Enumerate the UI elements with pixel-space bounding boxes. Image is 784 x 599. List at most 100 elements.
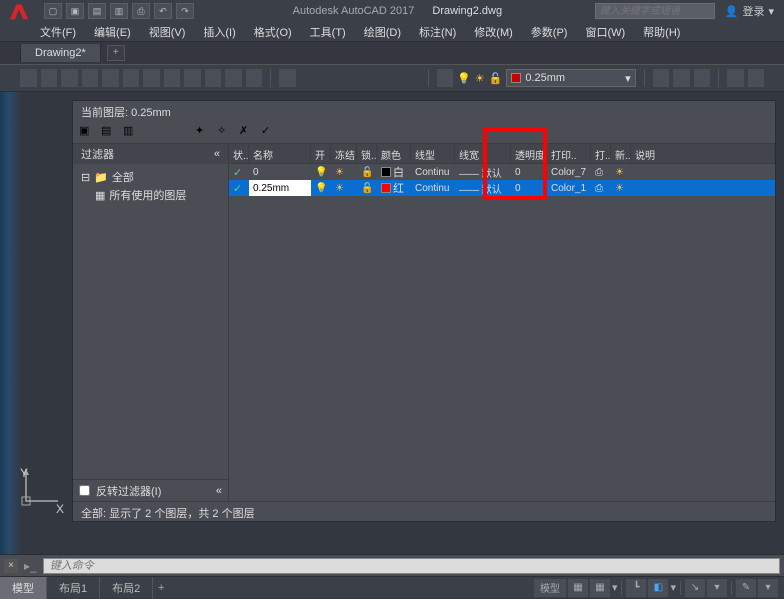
menu-window[interactable]: 窗口(W) <box>585 24 625 40</box>
cell-lock[interactable]: 🔓 <box>357 180 377 196</box>
panel-tool-icon[interactable]: ▣ <box>79 124 95 140</box>
menu-dimension[interactable]: 标注(N) <box>419 24 456 40</box>
model-space-button[interactable]: 模型 <box>534 579 566 597</box>
cell-newvp[interactable]: ☀ <box>611 180 631 196</box>
tab-model[interactable]: 模型 <box>0 577 47 599</box>
menu-edit[interactable]: 编辑(E) <box>94 24 131 40</box>
cell-linetype[interactable]: Continu <box>411 164 455 180</box>
col-newvp[interactable]: 新.. <box>611 144 631 163</box>
cell-name[interactable]: 0.25mm <box>249 180 311 196</box>
layer-properties-icon[interactable] <box>437 69 454 87</box>
filter-tree[interactable]: ⊟ 📁 全部 ▦ 所有使用的图层 <box>73 164 228 479</box>
add-layout-button[interactable]: + <box>153 582 169 594</box>
login-button[interactable]: 👤 登录 ▾ <box>715 3 784 19</box>
col-description[interactable]: 说明 <box>631 144 775 163</box>
cell-freeze[interactable]: ☀ <box>331 180 357 196</box>
toolbar-icon[interactable] <box>279 69 296 87</box>
cell-transparency[interactable]: 0 <box>511 180 547 196</box>
cell-status[interactable]: ✓ <box>229 180 249 196</box>
col-linetype[interactable]: 线型 <box>411 144 455 163</box>
toolbar-icon[interactable] <box>694 69 711 87</box>
cell-color[interactable]: 红 <box>377 180 411 196</box>
menu-help[interactable]: 帮助(H) <box>643 24 680 40</box>
set-current-icon[interactable]: ✓ <box>261 124 277 140</box>
tree-row-all[interactable]: ⊟ 📁 全部 <box>77 168 224 186</box>
chevron-down-icon[interactable]: ▾ <box>670 581 676 594</box>
cell-on[interactable]: 💡 <box>311 180 331 196</box>
tree-row-used[interactable]: ▦ 所有使用的图层 <box>77 186 224 204</box>
cell-on[interactable]: 💡 <box>311 164 331 180</box>
col-plotstyle[interactable]: 打印.. <box>547 144 591 163</box>
col-color[interactable]: 颜色 <box>377 144 411 163</box>
qat-save-icon[interactable]: ▤ <box>88 3 106 19</box>
table-row[interactable]: ✓ 0.25mm 💡 ☀ 🔓 红 Continu —— 默认 0 Color_1… <box>229 180 775 196</box>
document-tab-active[interactable]: Drawing2* <box>20 44 101 62</box>
app-logo[interactable] <box>0 0 38 22</box>
menu-tools[interactable]: 工具(T) <box>310 24 346 40</box>
isoplane-icon[interactable]: ◧ <box>648 579 668 597</box>
col-freeze[interactable]: 冻结 <box>331 144 357 163</box>
delete-layer-icon[interactable]: ✗ <box>239 124 255 140</box>
cell-plot[interactable]: ⎙ <box>591 164 611 180</box>
menu-view[interactable]: 视图(V) <box>149 24 186 40</box>
help-search-input[interactable] <box>595 3 715 19</box>
menu-parametric[interactable]: 参数(P) <box>531 24 568 40</box>
col-transparency[interactable]: 透明度 <box>511 144 547 163</box>
toolbar-icon[interactable] <box>123 69 140 87</box>
qat-redo-icon[interactable]: ↷ <box>176 3 194 19</box>
command-input[interactable] <box>43 558 780 574</box>
cell-name[interactable]: 0 <box>249 164 311 180</box>
tab-layout1[interactable]: 布局1 <box>47 577 100 599</box>
toolbar-icon[interactable] <box>246 69 263 87</box>
grid-icon[interactable]: ▦ <box>590 579 610 597</box>
col-name[interactable]: 名称 <box>249 144 311 163</box>
collapse-icon[interactable]: « <box>214 148 220 160</box>
qat-print-icon[interactable]: ⎙ <box>132 3 150 19</box>
toolbar-icon[interactable] <box>20 69 37 87</box>
toolbar-icon[interactable] <box>205 69 222 87</box>
menu-file[interactable]: 文件(F) <box>40 24 76 40</box>
new-layer-icon[interactable]: ✦ <box>195 124 211 140</box>
invert-filter-checkbox[interactable] <box>79 485 90 496</box>
current-layer-dropdown[interactable]: 0.25mm ▾ <box>506 69 635 87</box>
panel-tool-icon[interactable]: ▥ <box>123 124 139 140</box>
collapse-icon[interactable]: « <box>216 485 222 497</box>
cell-lineweight[interactable]: —— 默认 <box>455 164 511 180</box>
cell-plot[interactable]: ⎙ <box>591 180 611 196</box>
cell-linetype[interactable]: Continu <box>411 180 455 196</box>
annotation-icon[interactable]: ✎ <box>736 579 756 597</box>
toolbar-icon[interactable] <box>748 69 765 87</box>
col-lineweight[interactable]: 线宽 <box>455 144 511 163</box>
cell-lineweight[interactable]: —— 默认 <box>455 180 511 196</box>
col-status[interactable]: 状.. <box>229 144 249 163</box>
toolbar-icon[interactable] <box>653 69 670 87</box>
toolbar-icon[interactable] <box>673 69 690 87</box>
grid-icon[interactable]: ▦ <box>568 579 588 597</box>
cell-description[interactable] <box>631 164 775 180</box>
toolbar-icon[interactable] <box>164 69 181 87</box>
table-row[interactable]: ✓ 0 💡 ☀ 🔓 白 Continu —— 默认 0 Color_7 ⎙ ☀ <box>229 164 775 180</box>
chevron-down-icon[interactable]: ▾ <box>612 581 618 594</box>
cell-plotstyle[interactable]: Color_7 <box>547 164 591 180</box>
more-icon[interactable]: ▾ <box>758 579 778 597</box>
menu-draw[interactable]: 绘图(D) <box>364 24 401 40</box>
col-lock[interactable]: 锁.. <box>357 144 377 163</box>
cell-freeze[interactable]: ☀ <box>331 164 357 180</box>
cell-status[interactable]: ✓ <box>229 164 249 180</box>
qat-undo-icon[interactable]: ↶ <box>154 3 172 19</box>
cell-newvp[interactable]: ☀ <box>611 164 631 180</box>
cell-lock[interactable]: 🔓 <box>357 164 377 180</box>
toolbar-icon[interactable] <box>143 69 160 87</box>
new-layer-vp-icon[interactable]: ✧ <box>217 124 233 140</box>
col-plot[interactable]: 打.. <box>591 144 611 163</box>
osnap-icon[interactable]: ↘ <box>685 579 705 597</box>
toolbar-icon[interactable] <box>184 69 201 87</box>
cell-color[interactable]: 白 <box>377 164 411 180</box>
toolbar-icon[interactable] <box>225 69 242 87</box>
cell-plotstyle[interactable]: Color_1 <box>547 180 591 196</box>
ortho-icon[interactable]: ┗ <box>626 579 646 597</box>
menu-insert[interactable]: 插入(I) <box>203 24 235 40</box>
add-document-button[interactable]: + <box>107 45 125 61</box>
menu-format[interactable]: 格式(O) <box>254 24 292 40</box>
toolbar-icon[interactable] <box>727 69 744 87</box>
